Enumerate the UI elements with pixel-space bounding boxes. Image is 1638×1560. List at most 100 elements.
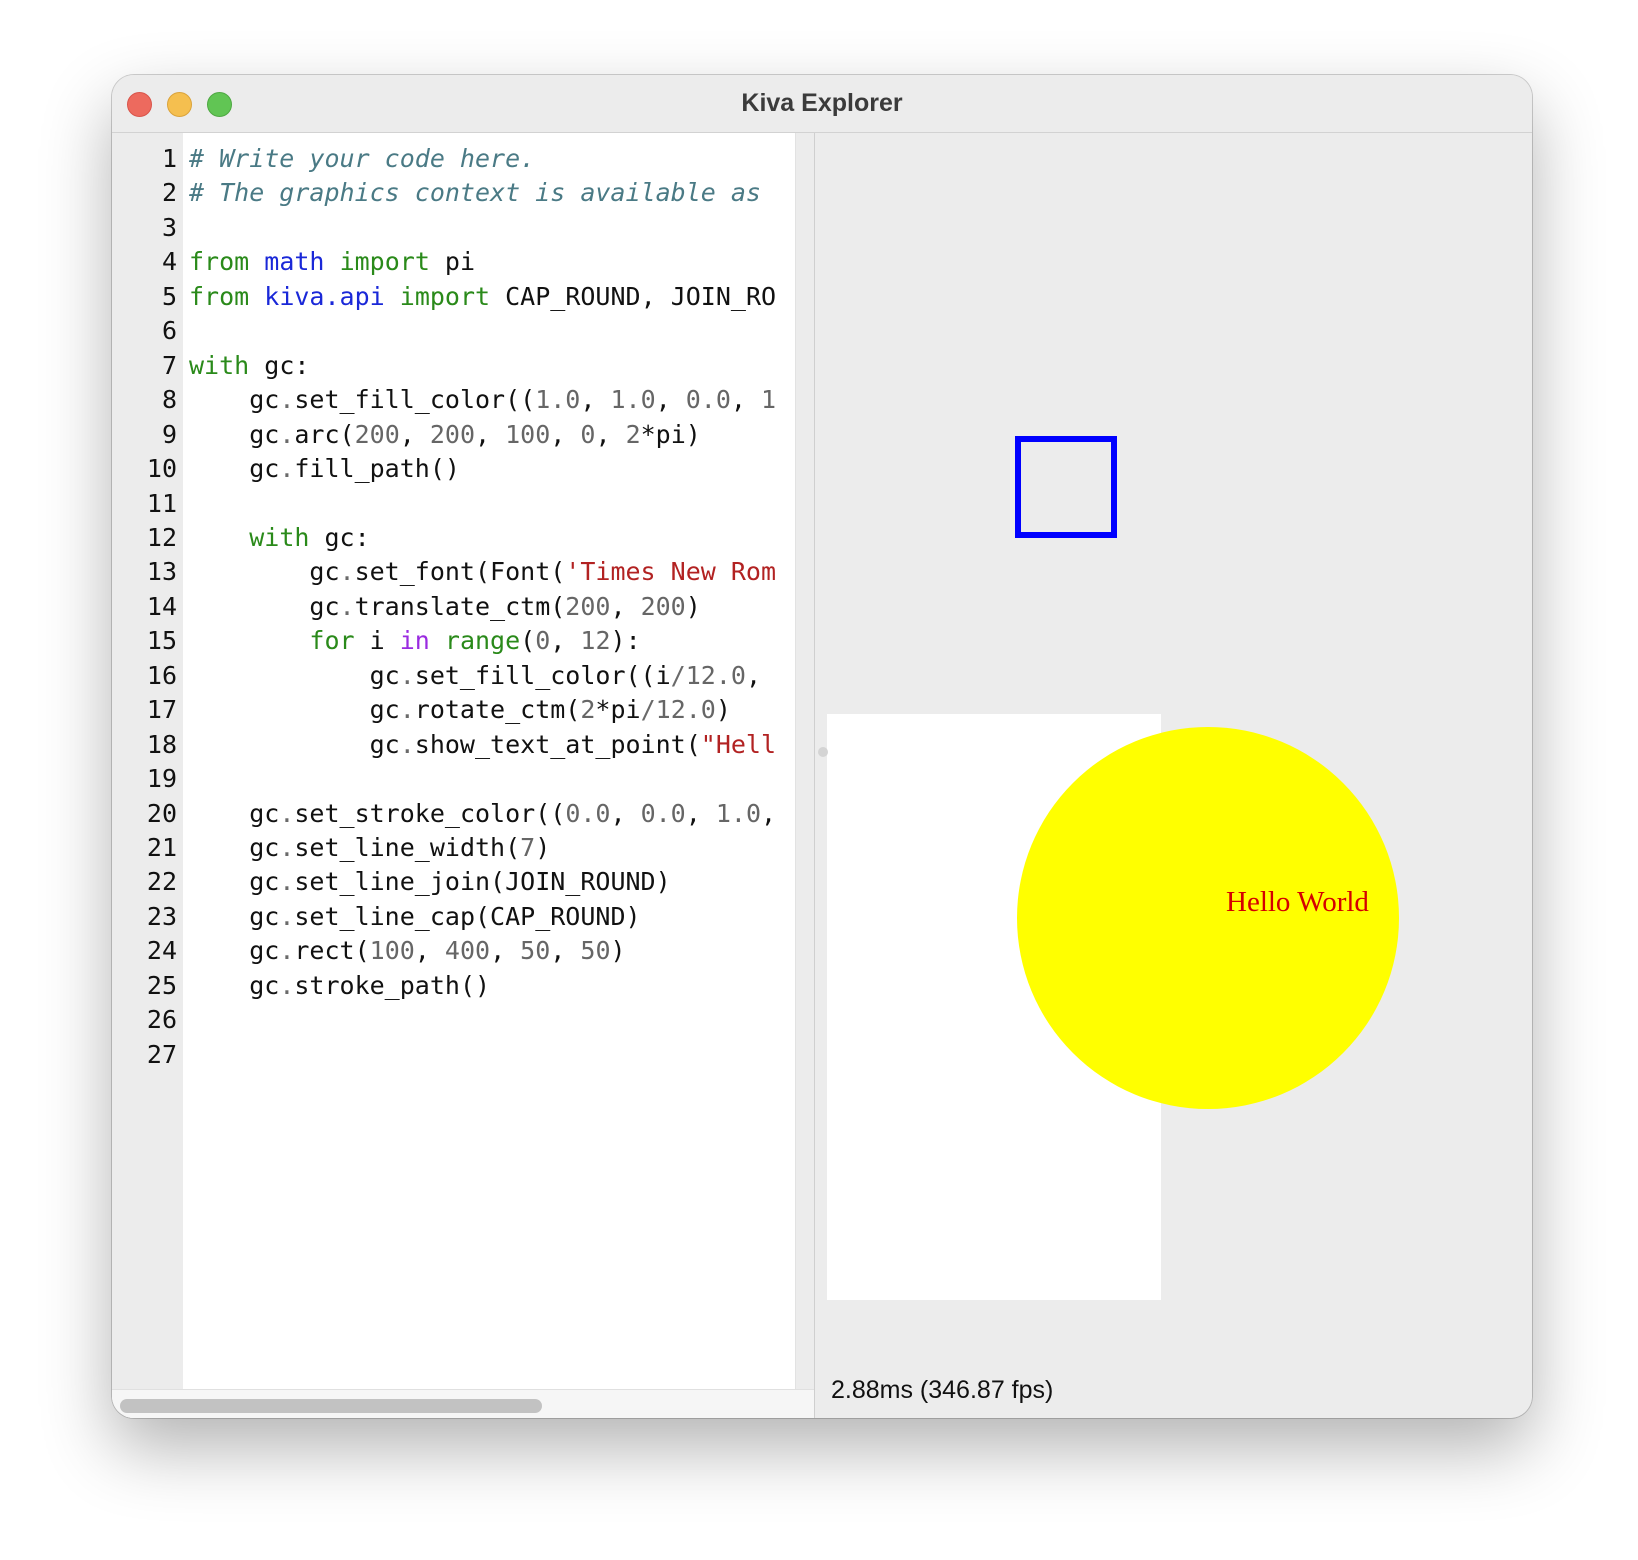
code-token: 200: [429, 419, 476, 449]
code-line[interactable]: gc.rotate_ctm(2*pi/12.0): [189, 692, 731, 728]
code-token: .: [279, 454, 295, 484]
code-token: ,: [490, 936, 521, 966]
line-number: 13: [146, 557, 177, 587]
blue-square: [1015, 436, 1117, 538]
code-token: gc: [189, 798, 280, 828]
hello-world-text: Hello World: [1226, 886, 1369, 918]
splitter-handle[interactable]: [818, 747, 828, 757]
code-token: gc: [189, 970, 280, 1000]
code-token: 1.0: [535, 385, 581, 415]
code-token: set_font(Font(: [354, 557, 566, 587]
code-token: ,: [550, 626, 581, 656]
code-line[interactable]: gc.set_line_width(7): [189, 830, 550, 866]
line-number: 11: [146, 488, 177, 518]
line-number-gutter: 1 2 3 4 5 6 7 8 9 10 11 12 13 14 15 16 17 18 19 20 21 22 23 24 2…: [112, 133, 183, 1389]
code-token: .: [399, 660, 415, 690]
code-token: 12.0: [685, 660, 746, 690]
code-line[interactable]: gc.translate_ctm(200, 200): [189, 589, 701, 625]
line-number: 6: [161, 316, 177, 346]
line-number: 14: [146, 591, 177, 621]
line-number: 21: [146, 833, 177, 862]
code-token: .: [279, 385, 295, 415]
code-token: pi: [429, 247, 476, 277]
code-token: /: [670, 660, 686, 690]
code-line[interactable]: gc.set_line_join(JOIN_ROUND): [189, 864, 671, 900]
code-token: # Write your code here.: [189, 144, 536, 173]
code-token: ): [685, 591, 701, 621]
code-token: 7: [520, 833, 536, 862]
code-line[interactable]: from math import pi: [189, 244, 475, 280]
code-token: ,: [414, 936, 445, 966]
code-token: stroke_path(): [294, 970, 491, 1000]
code-token: gc: [189, 729, 400, 759]
code-token: rotate_ctm(: [414, 695, 581, 725]
code-line[interactable]: # The graphics context is available as: [189, 175, 761, 211]
code-token: in: [399, 626, 430, 656]
code-line[interactable]: with gc:: [189, 520, 369, 556]
code-token: 100: [505, 419, 551, 449]
code-token: math: [264, 247, 325, 277]
code-line[interactable]: gc.arc(200, 200, 100, 0, 2*pi): [189, 417, 701, 453]
code-token: show_text_at_point(: [414, 729, 701, 759]
code-token: .: [279, 867, 295, 897]
code-editor[interactable]: 1 2 3 4 5 6 7 8 9 10 11 12 13 14 15 16 17 18 19 20 21 22 23 24 2…: [112, 133, 815, 1418]
code-line[interactable]: for i in range(0, 12):: [189, 623, 640, 659]
code-token: range: [444, 626, 521, 656]
line-number: 1: [161, 144, 177, 173]
line-number: 24: [146, 936, 177, 966]
code-token: gc: [189, 660, 400, 690]
code-token: fill_path(): [294, 454, 460, 484]
code-line[interactable]: gc.show_text_at_point("Hell: [189, 727, 776, 763]
code-token: 100: [369, 936, 415, 966]
horizontal-scroll-thumb[interactable]: [120, 1399, 542, 1413]
code-token: translate_ctm(: [354, 591, 566, 621]
line-number: 7: [161, 350, 177, 380]
code-line[interactable]: with gc:: [189, 348, 309, 384]
line-number: 5: [161, 281, 177, 311]
code-token: .: [279, 901, 295, 931]
render-canvas: Hello World: [827, 436, 1399, 1300]
code-token: arc(: [294, 419, 355, 449]
code-token: with: [249, 522, 310, 552]
code-token: 'Times New Rom: [565, 557, 777, 587]
code-line[interactable]: gc.set_line_cap(CAP_ROUND): [189, 899, 640, 935]
code-line[interactable]: gc.fill_path(): [189, 451, 460, 487]
code-token: 50: [580, 936, 611, 966]
code-token: gc: [189, 695, 400, 725]
code-token: /: [640, 695, 656, 725]
line-number: 2: [161, 178, 177, 208]
code-text-area[interactable]: # Write your code here. # The graphics co…: [183, 133, 795, 1389]
horizontal-scrollbar[interactable]: [112, 1389, 814, 1418]
code-token: gc: [189, 557, 340, 587]
code-token: *pi): [640, 419, 701, 449]
code-token: 1.0: [715, 798, 761, 828]
line-number: 26: [146, 1005, 177, 1035]
code-token: gc: [189, 591, 340, 621]
code-token: 12: [580, 626, 611, 656]
vertical-scroll-track[interactable]: [795, 133, 814, 1389]
code-token: 0.0: [640, 798, 686, 828]
code-token: set_line_join(JOIN_ROUND): [294, 867, 671, 897]
code-line[interactable]: # Write your code here.: [189, 141, 535, 177]
code-line[interactable]: gc.set_fill_color((i/12.0,: [189, 658, 761, 694]
code-token: ,: [580, 385, 611, 415]
code-line[interactable]: gc.stroke_path(): [189, 968, 490, 1004]
line-number: 16: [146, 660, 177, 690]
code-token: ,: [730, 385, 761, 415]
code-line[interactable]: gc.set_font(Font('Times New Rom: [189, 554, 776, 590]
code-line[interactable]: from kiva.api import CAP_ROUND, JOIN_RO: [189, 279, 776, 315]
code-token: .: [279, 419, 295, 449]
code-token: 0.0: [685, 385, 731, 415]
code-token: # The graphics context is available as: [189, 178, 761, 208]
code-line[interactable]: gc.rect(100, 400, 50, 50): [189, 933, 625, 969]
code-token: ,: [685, 798, 716, 828]
code-line[interactable]: gc.set_stroke_color((0.0, 0.0, 1.0,: [189, 796, 776, 832]
line-number: 10: [146, 454, 177, 484]
code-line[interactable]: gc.set_fill_color((1.0, 1.0, 0.0, 1: [189, 382, 776, 418]
code-token: ,: [550, 419, 581, 449]
code-token: ,: [610, 591, 641, 621]
code-token: from: [189, 281, 250, 311]
code-token: gc: [189, 867, 280, 897]
